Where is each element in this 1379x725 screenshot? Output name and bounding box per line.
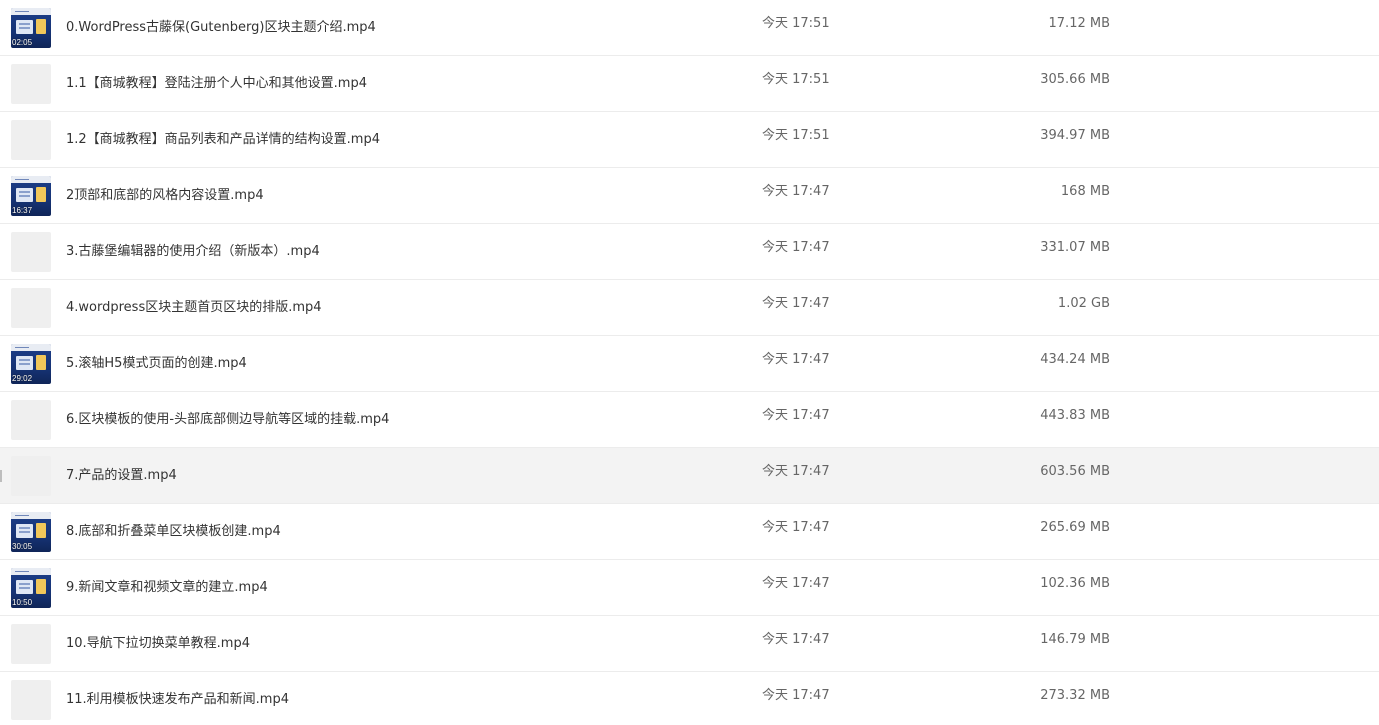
modified-time: 今天 17:51: [762, 16, 830, 31]
thumbnail-header: [11, 568, 51, 575]
hover-indicator: [0, 470, 2, 482]
thumbnail-panel: [16, 524, 33, 538]
thumbnail-card: [36, 19, 46, 34]
file-list: 02:05 0.WordPress古藤保(Gutenberg)区块主题介绍.mp…: [0, 0, 1379, 725]
video-duration: 10:50: [12, 598, 33, 607]
file-row[interactable]: 10:50 9.新闻文章和视频文章的建立.mp4 今天 17:47 102.36…: [0, 560, 1379, 616]
modified-time: 今天 17:51: [762, 72, 830, 87]
file-name[interactable]: 7.产品的设置.mp4: [66, 466, 177, 486]
file-row[interactable]: 30:05 8.底部和折叠菜单区块模板创建.mp4 今天 17:47 265.6…: [0, 504, 1379, 560]
thumbnail-card: [36, 355, 46, 370]
file-row[interactable]: 11.利用模板快速发布产品和新闻.mp4 今天 17:47 273.32 MB: [0, 672, 1379, 725]
file-row[interactable]: 16:37 2顶部和底部的风格内容设置.mp4 今天 17:47 168 MB: [0, 168, 1379, 224]
file-row[interactable]: 3.古藤堡编辑器的使用介绍（新版本）.mp4 今天 17:47 331.07 M…: [0, 224, 1379, 280]
modified-time: 今天 17:51: [762, 128, 830, 143]
file-size: 273.32 MB: [1040, 688, 1110, 703]
video-thumbnail[interactable]: 30:05: [11, 512, 51, 552]
file-row[interactable]: 6.区块模板的使用-头部底部侧边导航等区域的挂载.mp4 今天 17:47 44…: [0, 392, 1379, 448]
thumbnail-placeholder[interactable]: [11, 288, 51, 328]
file-row[interactable]: 1.1【商城教程】登陆注册个人中心和其他设置.mp4 今天 17:51 305.…: [0, 56, 1379, 112]
file-name[interactable]: 8.底部和折叠菜单区块模板创建.mp4: [66, 522, 281, 542]
thumbnail-placeholder[interactable]: [11, 456, 51, 496]
thumbnail-header: [11, 8, 51, 15]
modified-time: 今天 17:47: [762, 576, 830, 591]
file-size: 1.02 GB: [1057, 296, 1110, 311]
modified-time: 今天 17:47: [762, 352, 830, 367]
modified-time: 今天 17:47: [762, 240, 830, 255]
file-name[interactable]: 2顶部和底部的风格内容设置.mp4: [66, 186, 264, 206]
video-thumbnail[interactable]: 10:50: [11, 568, 51, 608]
file-size: 603.56 MB: [1040, 464, 1110, 479]
video-duration: 16:37: [12, 206, 33, 215]
thumbnail-header: [11, 176, 51, 183]
file-size: 305.66 MB: [1040, 72, 1110, 87]
file-row[interactable]: 10.导航下拉切换菜单教程.mp4 今天 17:47 146.79 MB: [0, 616, 1379, 672]
thumbnail-placeholder[interactable]: [11, 64, 51, 104]
file-name[interactable]: 0.WordPress古藤保(Gutenberg)区块主题介绍.mp4: [66, 18, 376, 38]
file-row[interactable]: 02:05 0.WordPress古藤保(Gutenberg)区块主题介绍.mp…: [0, 0, 1379, 56]
modified-time: 今天 17:47: [762, 520, 830, 535]
modified-time: 今天 17:47: [762, 408, 830, 423]
video-thumbnail[interactable]: 16:37: [11, 176, 51, 216]
modified-time: 今天 17:47: [762, 184, 830, 199]
file-row[interactable]: 7.产品的设置.mp4 今天 17:47 603.56 MB: [0, 448, 1379, 504]
thumbnail-placeholder[interactable]: [11, 120, 51, 160]
file-name[interactable]: 9.新闻文章和视频文章的建立.mp4: [66, 578, 268, 598]
file-name[interactable]: 11.利用模板快速发布产品和新闻.mp4: [66, 690, 289, 710]
file-size: 434.24 MB: [1040, 352, 1110, 367]
file-size: 265.69 MB: [1040, 520, 1110, 535]
file-row[interactable]: 29:02 5.滚轴H5模式页面的创建.mp4 今天 17:47 434.24 …: [0, 336, 1379, 392]
file-size: 146.79 MB: [1040, 632, 1110, 647]
thumbnail-header: [11, 344, 51, 351]
file-name[interactable]: 6.区块模板的使用-头部底部侧边导航等区域的挂载.mp4: [66, 410, 389, 430]
video-duration: 02:05: [12, 38, 33, 47]
file-row[interactable]: 4.wordpress区块主题首页区块的排版.mp4 今天 17:47 1.02…: [0, 280, 1379, 336]
thumbnail-placeholder[interactable]: [11, 232, 51, 272]
modified-time: 今天 17:47: [762, 688, 830, 703]
file-name[interactable]: 1.1【商城教程】登陆注册个人中心和其他设置.mp4: [66, 74, 367, 94]
video-thumbnail[interactable]: 29:02: [11, 344, 51, 384]
thumbnail-panel: [16, 356, 33, 370]
file-size: 102.36 MB: [1040, 576, 1110, 591]
modified-time: 今天 17:47: [762, 464, 830, 479]
thumbnail-panel: [16, 20, 33, 34]
thumbnail-panel: [16, 580, 33, 594]
file-name[interactable]: 10.导航下拉切换菜单教程.mp4: [66, 634, 250, 654]
thumbnail-placeholder[interactable]: [11, 624, 51, 664]
thumbnail-placeholder[interactable]: [11, 680, 51, 720]
modified-time: 今天 17:47: [762, 632, 830, 647]
file-size: 331.07 MB: [1040, 240, 1110, 255]
thumbnail-panel: [16, 188, 33, 202]
file-row[interactable]: 1.2【商城教程】商品列表和产品详情的结构设置.mp4 今天 17:51 394…: [0, 112, 1379, 168]
file-name[interactable]: 5.滚轴H5模式页面的创建.mp4: [66, 354, 247, 374]
thumbnail-card: [36, 187, 46, 202]
file-name[interactable]: 4.wordpress区块主题首页区块的排版.mp4: [66, 298, 322, 318]
file-name[interactable]: 3.古藤堡编辑器的使用介绍（新版本）.mp4: [66, 242, 320, 262]
thumbnail-placeholder[interactable]: [11, 400, 51, 440]
thumbnail-header: [11, 512, 51, 519]
file-size: 443.83 MB: [1040, 408, 1110, 423]
file-size: 168 MB: [1060, 184, 1110, 199]
thumbnail-card: [36, 579, 46, 594]
modified-time: 今天 17:47: [762, 296, 830, 311]
video-duration: 29:02: [12, 374, 33, 383]
video-thumbnail[interactable]: 02:05: [11, 8, 51, 48]
file-size: 17.12 MB: [1048, 16, 1110, 31]
video-duration: 30:05: [12, 542, 33, 551]
thumbnail-card: [36, 523, 46, 538]
file-name[interactable]: 1.2【商城教程】商品列表和产品详情的结构设置.mp4: [66, 130, 380, 150]
file-size: 394.97 MB: [1040, 128, 1110, 143]
